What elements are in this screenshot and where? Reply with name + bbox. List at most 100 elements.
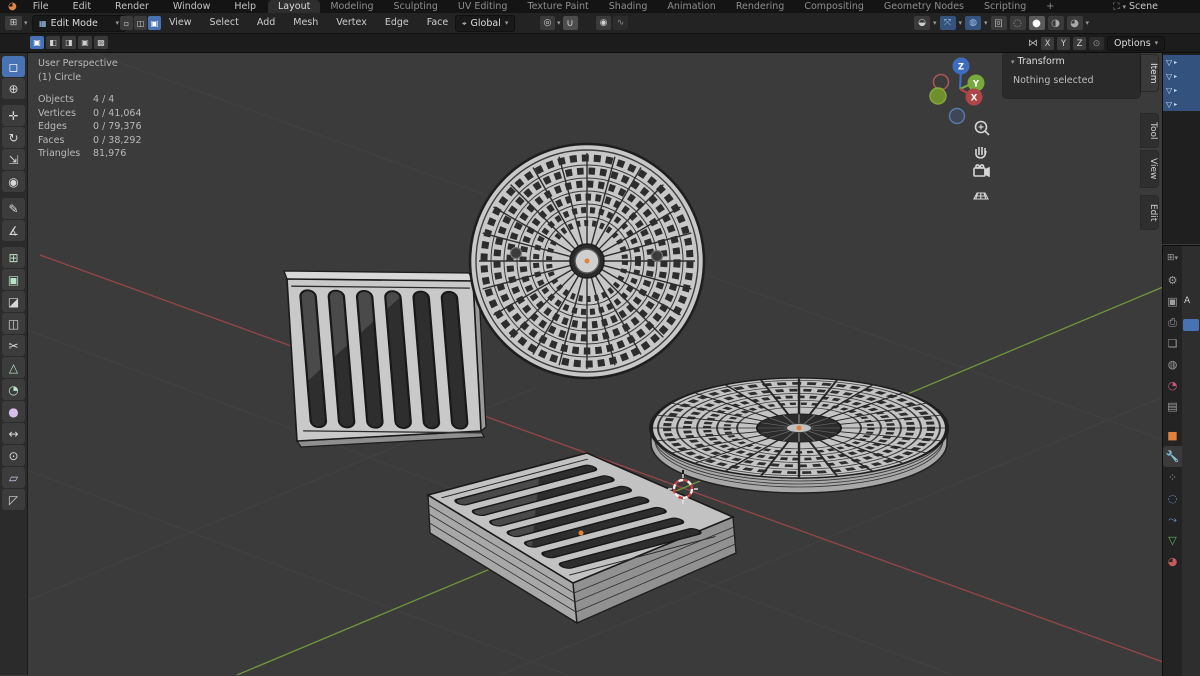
select-mode-set-button[interactable]: ▣: [30, 36, 44, 49]
menu-edit[interactable]: Edit: [61, 0, 103, 13]
shading-wireframe-button[interactable]: ◌: [1010, 16, 1026, 30]
properties-tab-scene[interactable]: ◍: [1163, 354, 1182, 375]
properties-tab-render[interactable]: ▣: [1163, 291, 1182, 312]
tool-spin[interactable]: ◔: [2, 379, 25, 400]
menu-view[interactable]: View: [160, 13, 201, 33]
manhole-cover-front[interactable]: [470, 144, 704, 378]
workspace-tab-geometry-nodes[interactable]: Geometry Nodes: [874, 0, 974, 13]
workspace-tab-rendering[interactable]: Rendering: [726, 0, 795, 13]
select-mode-intersect-button[interactable]: ▩: [94, 36, 108, 49]
transform-panel-header[interactable]: ▾ Transform: [1003, 52, 1140, 71]
workspace-tab-uv-editing[interactable]: UV Editing: [448, 0, 518, 13]
menu-render[interactable]: Render: [103, 0, 161, 13]
select-mode-extend-button[interactable]: ◧: [46, 36, 60, 49]
tool-move[interactable]: ✛: [2, 105, 25, 126]
disclosure-icon[interactable]: ▸: [1174, 73, 1177, 80]
grate-standing[interactable]: [284, 271, 486, 447]
mirror-z-button[interactable]: Z: [1073, 37, 1086, 50]
xray-toggle[interactable]: 回: [991, 16, 1007, 30]
properties-tab-particles[interactable]: ⁘: [1163, 467, 1182, 488]
outliner-object-row[interactable]: ▽ ▸: [1163, 55, 1200, 69]
tool-shrink-fatten[interactable]: ⊙: [2, 445, 25, 466]
gizmo-dropdown-arrow[interactable]: ▾: [959, 19, 963, 27]
ortho-grid-icon[interactable]: [974, 193, 988, 199]
gizmo-neg-z[interactable]: [950, 109, 965, 124]
outliner-object-row[interactable]: ▽ ▸: [1163, 83, 1200, 97]
properties-tab-world[interactable]: ◔: [1163, 375, 1182, 396]
workspace-tab-scripting[interactable]: Scripting: [974, 0, 1036, 13]
manhole-grate-flat[interactable]: [651, 378, 947, 493]
disclosure-icon[interactable]: ▸: [1174, 59, 1177, 66]
menu-face[interactable]: Face: [418, 13, 457, 33]
menu-mesh[interactable]: Mesh: [284, 13, 327, 33]
tool-poly-build[interactable]: △: [2, 357, 25, 378]
options-dropdown[interactable]: Options ▾: [1107, 36, 1165, 51]
falloff-curve-icon[interactable]: ∿: [613, 16, 628, 30]
blender-logo-icon[interactable]: ◕: [0, 0, 21, 13]
tool-edge-slide[interactable]: ↔: [2, 423, 25, 444]
select-mode-invert-button[interactable]: ▣: [78, 36, 92, 49]
shading-solid-button[interactable]: ●: [1029, 16, 1045, 30]
visibility-dropdown-arrow[interactable]: ▾: [933, 19, 937, 27]
vertex-select-mode-button[interactable]: ▫: [120, 16, 133, 30]
properties-tab-modifiers[interactable]: 🔧: [1163, 446, 1182, 467]
properties-tab-tool[interactable]: ⚙: [1163, 270, 1182, 291]
tool-select-box[interactable]: ◻: [2, 56, 25, 77]
mirror-x-button[interactable]: X: [1041, 37, 1054, 50]
outliner-object-row[interactable]: ▽ ▸: [1163, 69, 1200, 83]
overlays-dropdown-arrow[interactable]: ▾: [984, 19, 988, 27]
menu-file[interactable]: File: [21, 0, 61, 13]
tool-measure[interactable]: ∡: [2, 220, 25, 241]
workspace-tab-animation[interactable]: Animation: [657, 0, 725, 13]
proportional-editing-toggle[interactable]: ◉: [596, 16, 611, 30]
snap-dropdown-arrow[interactable]: ▾: [557, 19, 561, 27]
properties-tab-data[interactable]: ▽: [1163, 530, 1182, 551]
menu-select[interactable]: Select: [201, 13, 248, 33]
tool-smooth[interactable]: ●: [2, 401, 25, 422]
tool-knife[interactable]: ✂: [2, 335, 25, 356]
select-mode-subtract-button[interactable]: ◨: [62, 36, 76, 49]
properties-tab-material[interactable]: ◕: [1163, 551, 1182, 572]
tool-bevel[interactable]: ◪: [2, 291, 25, 312]
mode-selector[interactable]: ▦ Edit Mode ▾: [32, 15, 126, 32]
disclosure-icon[interactable]: ▸: [1174, 101, 1177, 108]
menu-edge[interactable]: Edge: [376, 13, 418, 33]
workspace-tab-compositing[interactable]: Compositing: [794, 0, 874, 13]
snap-target-icon[interactable]: ◎: [540, 16, 555, 30]
scene-dropdown-arrow[interactable]: ▾: [1123, 3, 1127, 11]
snap-options-icon[interactable]: ⊙: [1089, 37, 1104, 50]
show-gizmo-toggle[interactable]: ⤧: [940, 16, 956, 30]
tool-loop-cut[interactable]: ◫: [2, 313, 25, 334]
workspace-tab-texture-paint[interactable]: Texture Paint: [517, 0, 598, 13]
scene-selector[interactable]: Scene: [1129, 0, 1158, 13]
tool-scale[interactable]: ⇲: [2, 149, 25, 170]
disclosure-icon[interactable]: ▸: [1174, 87, 1177, 94]
shading-rendered-button[interactable]: ◕: [1067, 16, 1083, 30]
tool-inset-faces[interactable]: ▣: [2, 269, 25, 290]
tool-annotate[interactable]: ✎: [2, 198, 25, 219]
properties-tab-collection[interactable]: ▤: [1163, 396, 1182, 417]
editor-type-icon[interactable]: ⊞: [5, 16, 22, 30]
shading-material-button[interactable]: ◑: [1048, 16, 1064, 30]
editor-type-dropdown-arrow[interactable]: ▾: [24, 19, 28, 27]
menu-vertex[interactable]: Vertex: [327, 13, 376, 33]
shading-dropdown-arrow[interactable]: ▾: [1086, 19, 1090, 27]
properties-tab-physics[interactable]: ◌: [1163, 488, 1182, 509]
menu-add[interactable]: Add: [248, 13, 284, 33]
mirror-y-button[interactable]: Y: [1057, 37, 1070, 50]
sidebar-tab-view[interactable]: View: [1141, 151, 1158, 187]
edge-select-mode-button[interactable]: ◫: [134, 16, 147, 30]
tool-shear[interactable]: ▱: [2, 467, 25, 488]
sidebar-tab-item[interactable]: Item: [1141, 55, 1158, 91]
tool-cursor[interactable]: ⊕: [2, 78, 25, 99]
show-overlays-toggle[interactable]: ◍: [965, 16, 981, 30]
menu-help[interactable]: Help: [222, 0, 268, 13]
workspace-tab-layout[interactable]: Layout: [268, 0, 320, 13]
menu-window[interactable]: Window: [161, 0, 222, 13]
properties-tab-output[interactable]: ⎙: [1163, 312, 1182, 333]
properties-tab-object[interactable]: ■: [1163, 425, 1182, 446]
properties-editor-type-icon[interactable]: ⊞▾: [1163, 246, 1182, 270]
properties-tab-constraints[interactable]: ⤳: [1163, 509, 1182, 530]
object-visibility-dropdown[interactable]: ◒: [914, 16, 930, 30]
properties-tab-view-layer[interactable]: ❏: [1163, 333, 1182, 354]
